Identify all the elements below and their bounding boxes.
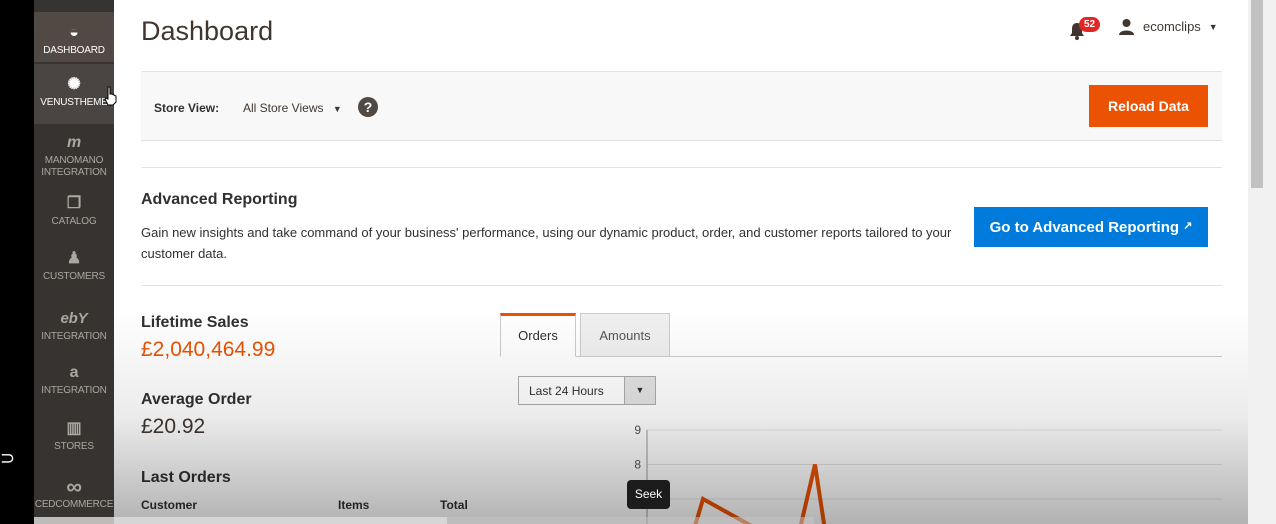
screen: ⊃ ◒ DASHBOARD ✺ VENUSTHEME m MANOMANO IN…	[0, 0, 1276, 524]
hand-cursor-icon	[104, 86, 117, 106]
partial-glyph: ⊃	[0, 448, 16, 468]
sidebar-item-amazon-integration[interactable]: a INTEGRATION	[34, 364, 114, 404]
page-title: Dashboard	[141, 16, 274, 46]
column-header-customer: Customer	[141, 498, 198, 512]
video-progress-bar[interactable]	[34, 517, 814, 524]
tab-amounts[interactable]: Amounts	[580, 313, 670, 357]
tab-orders[interactable]: Orders	[500, 313, 576, 357]
dashboard-main: Dashboard 52 ecomclips ▼ Store View: All…	[114, 0, 1248, 524]
reload-data-button[interactable]: Reload Data	[1089, 85, 1208, 127]
notifications-count-badge: 52	[1079, 17, 1101, 32]
caret-down-icon: ▼	[332, 104, 342, 114]
user-name: ecomclips	[1143, 19, 1201, 34]
seek-tooltip: Seek	[627, 480, 670, 509]
average-order-value: £20.92	[141, 415, 206, 438]
last-orders-title: Last Orders	[141, 469, 231, 486]
lifetime-sales-value: £2,040,464.99	[141, 338, 276, 361]
chart-y-tick-label: 8	[634, 458, 641, 472]
video-progress-fill	[34, 517, 448, 524]
sidebar-item-manomano[interactable]: m MANOMANO INTEGRATION	[34, 134, 114, 182]
period-select-value: Last 24 Hours	[529, 384, 604, 398]
sidebar-item-label: INTEGRATION	[41, 385, 107, 396]
divider	[141, 167, 1222, 168]
advanced-reporting-description: Gain new insights and take command of yo…	[141, 225, 952, 261]
sidebar-item-label: STORES	[54, 441, 94, 452]
person-icon: ♟	[66, 250, 82, 267]
sidebar-item-label: MANOMANO INTEGRATION	[41, 155, 107, 178]
sidebar-item-catalog[interactable]: ❒ CATALOG	[34, 195, 114, 235]
sidebar-item-ebay-integration[interactable]: ebY INTEGRATION	[34, 310, 114, 350]
manomano-logo-icon: m	[66, 134, 82, 151]
sidebar-item-label: VENUSTHEME	[40, 97, 108, 108]
user-icon	[1119, 19, 1134, 35]
sidebar-item-label: INTEGRATION	[41, 331, 107, 342]
button-label: Go to Advanced Reporting	[989, 218, 1180, 236]
sparkle-icon: ✺	[67, 76, 81, 93]
column-header-total: Total	[440, 498, 468, 512]
sidebar-item-customers[interactable]: ♟ CUSTOMERS	[34, 250, 114, 290]
sidebar-item-stores[interactable]: ▥ STORES	[34, 420, 114, 456]
orders-chart: 987	[634, 423, 1222, 524]
infinity-icon: ∞	[66, 474, 82, 499]
sidebar-item-label: CATALOG	[51, 216, 97, 227]
lifetime-sales-label: Lifetime Sales	[141, 314, 249, 331]
store-icon: ▥	[66, 420, 82, 437]
cube-icon: ❒	[66, 195, 82, 212]
notifications-button[interactable]: 52	[1069, 17, 1101, 40]
chart-series-line	[693, 464, 827, 524]
sidebar-item-dashboard[interactable]: ◒ DASHBOARD	[34, 12, 114, 62]
column-header-items: Items	[338, 498, 370, 512]
sidebar-item-label: CUSTOMERS	[43, 271, 105, 282]
period-select[interactable]: Last 24 Hours ▼	[518, 376, 656, 405]
speedometer-icon: ◒	[69, 24, 79, 41]
user-account-menu[interactable]: ecomclips ▼	[1118, 18, 1218, 35]
sidebar-item-label: CEDCOMMERCE	[34, 499, 114, 510]
average-order-label: Average Order	[141, 391, 252, 408]
chart-y-tick-label: 9	[634, 423, 641, 437]
advanced-reporting-title: Advanced Reporting	[141, 191, 298, 208]
amazon-logo-icon: a	[69, 364, 79, 381]
external-link-icon: ↗	[1183, 219, 1193, 232]
store-view-toolbar: Store View: All Store Views ▼ ? Reload D…	[141, 71, 1222, 141]
store-view-switcher[interactable]: All Store Views ▼	[243, 101, 342, 115]
help-icon[interactable]: ?	[358, 97, 378, 117]
scrollbar-thumb[interactable]	[1251, 0, 1263, 188]
caret-down-icon: ▼	[624, 377, 655, 404]
admin-sidebar: ◒ DASHBOARD ✺ VENUSTHEME m MANOMANO INTE…	[34, 0, 114, 524]
sidebar-item-cedcommerce[interactable]: ∞ CEDCOMMERCE	[34, 474, 114, 518]
chevron-down-icon: ▼	[1208, 21, 1218, 32]
store-view-label: Store View:	[154, 101, 220, 115]
ebay-logo-icon: ebY	[60, 310, 88, 327]
sidebar-item-label: DASHBOARD	[43, 45, 105, 56]
go-to-advanced-reporting-button[interactable]: Go to Advanced Reporting ↗	[974, 207, 1208, 247]
divider	[141, 285, 1222, 286]
sidebar-item-venustheme[interactable]: ✺ VENUSTHEME	[34, 64, 114, 124]
chart-tabs: Orders Amounts	[500, 313, 1222, 357]
store-view-value: All Store Views	[243, 101, 324, 115]
